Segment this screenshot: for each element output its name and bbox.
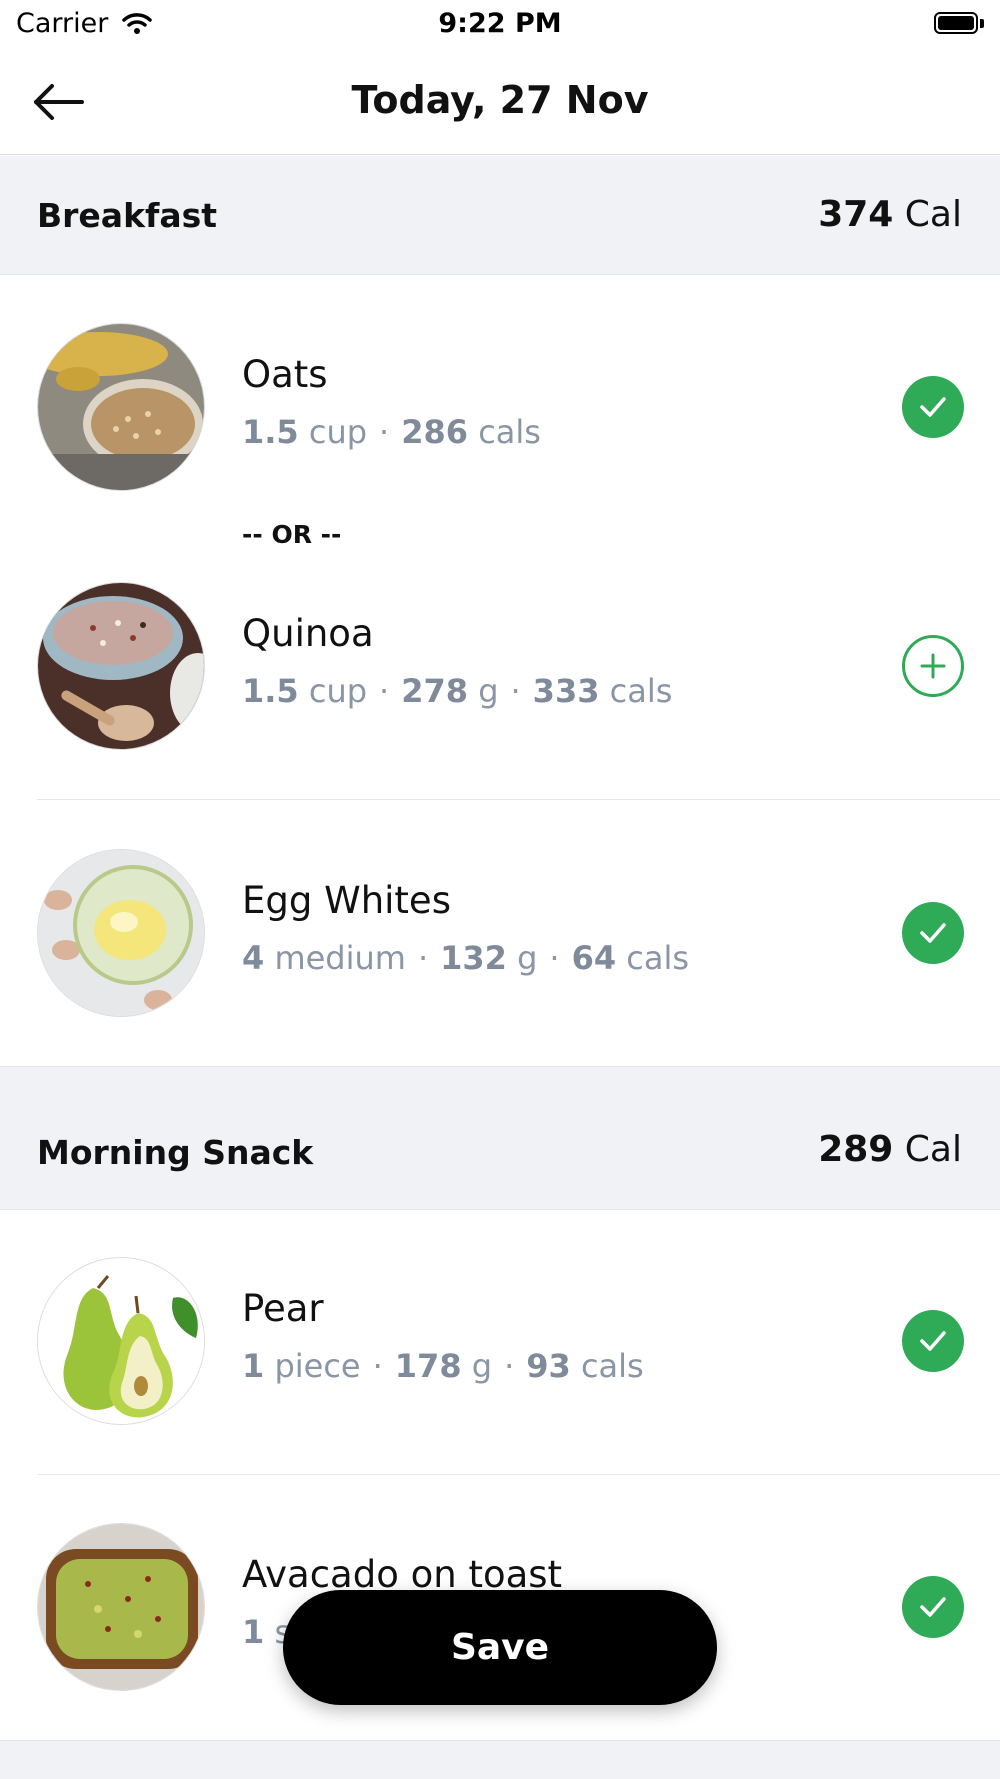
checked-toggle[interactable] [902,1576,964,1638]
check-icon [920,923,946,943]
section-title: Breakfast [37,196,218,235]
check-icon [920,1597,946,1617]
food-details: 1 piece · 178 g · 93 cals [242,1347,644,1385]
egg-whites-thumbnail [37,849,205,1017]
or-separator: -- OR -- [242,520,342,549]
list-item-egg-whites[interactable]: Egg Whites 4 medium · 132 g · 64 cals [0,849,1000,1019]
add-button[interactable] [902,635,964,697]
check-icon [920,397,946,417]
food-name: Oats [242,353,328,396]
section-header-morning-snack: Morning Snack 289 Cal [0,1066,1000,1210]
section-calories: 374 Cal [818,194,962,235]
pear-thumbnail [37,1257,205,1425]
status-time: 9:22 PM [438,8,562,39]
food-details: 4 medium · 132 g · 64 cals [242,939,690,977]
list-item-pear[interactable]: Pear 1 piece · 178 g · 93 cals [0,1257,1000,1427]
food-name: Egg Whites [242,879,451,922]
save-button[interactable]: Save [283,1590,717,1705]
section-calories: 289 Cal [818,1129,962,1170]
check-icon [920,1331,946,1351]
list-item-quinoa[interactable]: Quinoa 1.5 cup · 278 g · 333 cals [0,582,1000,752]
page-title: Today, 27 Nov [351,78,649,122]
quinoa-thumbnail [37,582,205,750]
section-title: Morning Snack [37,1133,314,1172]
food-details: 1.5 cup · 286 cals [242,413,541,451]
oats-thumbnail [37,323,205,491]
status-bar: Carrier 9:22 PM [0,0,1000,50]
checked-toggle[interactable] [902,902,964,964]
section-header-breakfast: Breakfast 374 Cal [0,156,1000,275]
food-name: Quinoa [242,612,374,655]
navigation-bar: Today, 27 Nov [0,50,1000,155]
list-item-oats[interactable]: Oats 1.5 cup · 286 cals [0,323,1000,493]
next-section-header [0,1740,1000,1779]
battery-icon [934,12,986,36]
divider [37,1474,1000,1475]
checked-toggle[interactable] [902,1310,964,1372]
plus-circle-icon [920,653,946,679]
food-details: 1.5 cup · 278 g · 333 cals [242,672,673,710]
avacado-toast-thumbnail [37,1523,205,1691]
food-name: Pear [242,1287,324,1330]
divider [37,799,1000,800]
checked-toggle[interactable] [902,376,964,438]
